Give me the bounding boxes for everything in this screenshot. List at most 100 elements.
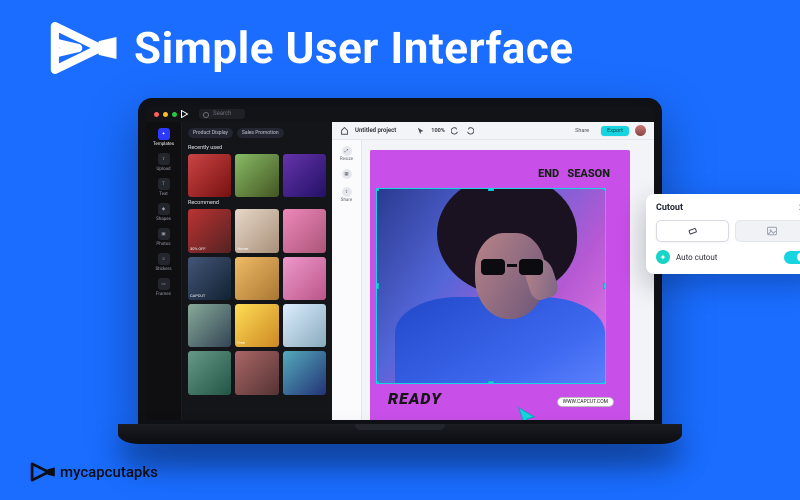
editor-app: Search ✦ Templates ⇪ Upload T Text ◆ Shapes … bbox=[146, 106, 654, 420]
template-thumb[interactable] bbox=[283, 304, 326, 347]
template-thumb[interactable]: 30% OFF bbox=[188, 209, 231, 252]
template-thumb[interactable] bbox=[188, 154, 231, 197]
resize-handle[interactable] bbox=[376, 283, 379, 289]
shapes-icon: ◆ bbox=[158, 203, 170, 215]
frames-icon: ▭ bbox=[158, 278, 170, 290]
user-avatar[interactable] bbox=[635, 125, 646, 136]
filter-chips: Product Display Sales Promotion bbox=[188, 128, 326, 138]
restore-tab[interactable] bbox=[735, 220, 800, 242]
zoom-tools: 100% bbox=[416, 126, 474, 136]
image-icon bbox=[766, 225, 778, 237]
rail-shapes[interactable]: ◆ Shapes bbox=[151, 203, 177, 222]
share-button[interactable]: Share bbox=[569, 126, 595, 136]
stool-label: Share bbox=[341, 198, 352, 203]
rail-label: Templates bbox=[153, 142, 174, 147]
workspace: ✦ Templates ⇪ Upload T Text ◆ Shapes ▣Photos… bbox=[146, 122, 654, 420]
export-button[interactable]: Export bbox=[601, 126, 629, 136]
resize-handle[interactable] bbox=[603, 283, 606, 289]
auto-cutout-toggle[interactable] bbox=[784, 251, 800, 264]
chip-sales[interactable]: Sales Promotion bbox=[237, 128, 284, 138]
redo-icon[interactable] bbox=[465, 126, 475, 136]
ready-label: READY bbox=[388, 389, 442, 408]
project-title[interactable]: Untitled project bbox=[355, 127, 396, 134]
rail-label: Upload bbox=[156, 167, 170, 172]
rail-photos[interactable]: ▣Photos bbox=[151, 228, 177, 247]
rail-upload[interactable]: ⇪ Upload bbox=[151, 153, 177, 172]
text-icon: T bbox=[158, 178, 170, 190]
templates-icon: ✦ bbox=[158, 128, 170, 140]
template-thumb[interactable]: Home. bbox=[235, 209, 278, 252]
canvas-toolbar: Untitled project 100% Share Export bbox=[332, 122, 654, 140]
hero-headline: Simple User Interface bbox=[134, 22, 574, 74]
template-thumb[interactable] bbox=[235, 351, 278, 394]
tool-rail: ✦ Templates ⇪ Upload T Text ◆ Shapes ▣Photos… bbox=[146, 122, 182, 420]
recent-grid bbox=[188, 154, 326, 197]
chip-product[interactable]: Product Display bbox=[188, 128, 233, 138]
rail-templates[interactable]: ✦ Templates bbox=[151, 128, 177, 147]
recommend-grid: 30% OFF Home. CAPCUT Free bbox=[188, 209, 326, 394]
rail-label: Shapes bbox=[156, 217, 171, 222]
resize-handle[interactable] bbox=[376, 381, 379, 384]
capcut-logo-icon bbox=[50, 22, 120, 74]
template-thumb[interactable] bbox=[283, 209, 326, 252]
selected-photo-layer[interactable] bbox=[376, 188, 606, 384]
laptop-screen: Search ✦ Templates ⇪ Upload T Text ◆ Shapes … bbox=[138, 98, 662, 428]
artboard[interactable]: END SEASON bbox=[370, 150, 630, 422]
upload-icon: ⇪ bbox=[158, 153, 170, 165]
template-thumb[interactable]: CAPCUT bbox=[188, 257, 231, 300]
rail-text[interactable]: T Text bbox=[151, 178, 177, 197]
resize-handle[interactable] bbox=[603, 188, 606, 191]
template-thumb[interactable] bbox=[188, 304, 231, 347]
stickers-icon: ☺ bbox=[158, 253, 170, 265]
window-traffic-lights[interactable] bbox=[154, 112, 177, 117]
template-thumb[interactable] bbox=[235, 257, 278, 300]
rail-stickers[interactable]: ☺Stickers bbox=[151, 253, 177, 272]
close-icon[interactable]: ✕ bbox=[796, 202, 800, 214]
stool-label: Resize bbox=[340, 157, 353, 162]
canvas-area: Untitled project 100% Share Export bbox=[332, 122, 654, 420]
pointer-tool-icon[interactable] bbox=[416, 126, 426, 136]
template-thumb[interactable] bbox=[283, 351, 326, 394]
laptop-mockup: Search ✦ Templates ⇪ Upload T Text ◆ Shapes … bbox=[118, 98, 682, 468]
capcut-small-logo-icon bbox=[30, 462, 56, 482]
canvas-stage[interactable]: END SEASON bbox=[362, 140, 654, 420]
template-library: Product Display Sales Promotion Recently… bbox=[182, 122, 332, 420]
template-thumb[interactable] bbox=[283, 257, 326, 300]
resize-tool[interactable]: ⤢Resize bbox=[338, 146, 356, 162]
home-icon[interactable] bbox=[340, 126, 349, 135]
cutout-tabs bbox=[656, 220, 800, 242]
watermark-text: mycapcutapks bbox=[60, 463, 158, 481]
auto-cutout-row: ✦ Auto cutout bbox=[656, 250, 800, 264]
bg-tool[interactable]: ▦ bbox=[338, 169, 356, 180]
resize-handle[interactable] bbox=[488, 188, 494, 191]
resize-handle[interactable] bbox=[376, 188, 379, 191]
template-thumb[interactable] bbox=[188, 351, 231, 394]
canvas-side-tools: ⤢Resize ▦ ⇪Share bbox=[332, 140, 362, 420]
rail-label: Text bbox=[159, 192, 168, 197]
template-thumb[interactable] bbox=[235, 154, 278, 197]
undo-icon[interactable] bbox=[450, 126, 460, 136]
auto-cutout-label: Auto cutout bbox=[676, 253, 778, 262]
window-titlebar: Search bbox=[146, 106, 654, 122]
zoom-level[interactable]: 100% bbox=[431, 128, 444, 134]
share-icon: ⇪ bbox=[342, 187, 352, 197]
rail-frames[interactable]: ▭ Frames bbox=[151, 278, 177, 297]
section-recommend-title: Recommend bbox=[188, 200, 326, 206]
template-thumb[interactable]: Free bbox=[235, 304, 278, 347]
share-tool[interactable]: ⇪Share bbox=[338, 187, 356, 203]
section-recent-title: Recently used bbox=[188, 145, 326, 151]
template-thumb[interactable] bbox=[283, 154, 326, 197]
artboard-title: END SEASON bbox=[538, 168, 610, 179]
popup-title: Cutout bbox=[656, 203, 683, 213]
grid-icon: ▦ bbox=[342, 169, 352, 179]
eraser-tab[interactable] bbox=[656, 220, 729, 242]
site-watermark: mycapcutapks bbox=[30, 462, 158, 482]
url-chip: WWW.CAPCUT.COM bbox=[557, 397, 614, 407]
cutout-popup: Cutout ✕ ✦ Auto cutout bbox=[646, 194, 800, 274]
rail-label: Photos bbox=[156, 242, 170, 247]
sunglasses-icon bbox=[481, 259, 543, 277]
canvas-body: ⤢Resize ▦ ⇪Share END SEASON bbox=[332, 140, 654, 420]
resize-icon: ⤢ bbox=[342, 146, 352, 156]
search-input[interactable]: Search bbox=[199, 109, 245, 119]
rail-label: Frames bbox=[156, 292, 171, 297]
